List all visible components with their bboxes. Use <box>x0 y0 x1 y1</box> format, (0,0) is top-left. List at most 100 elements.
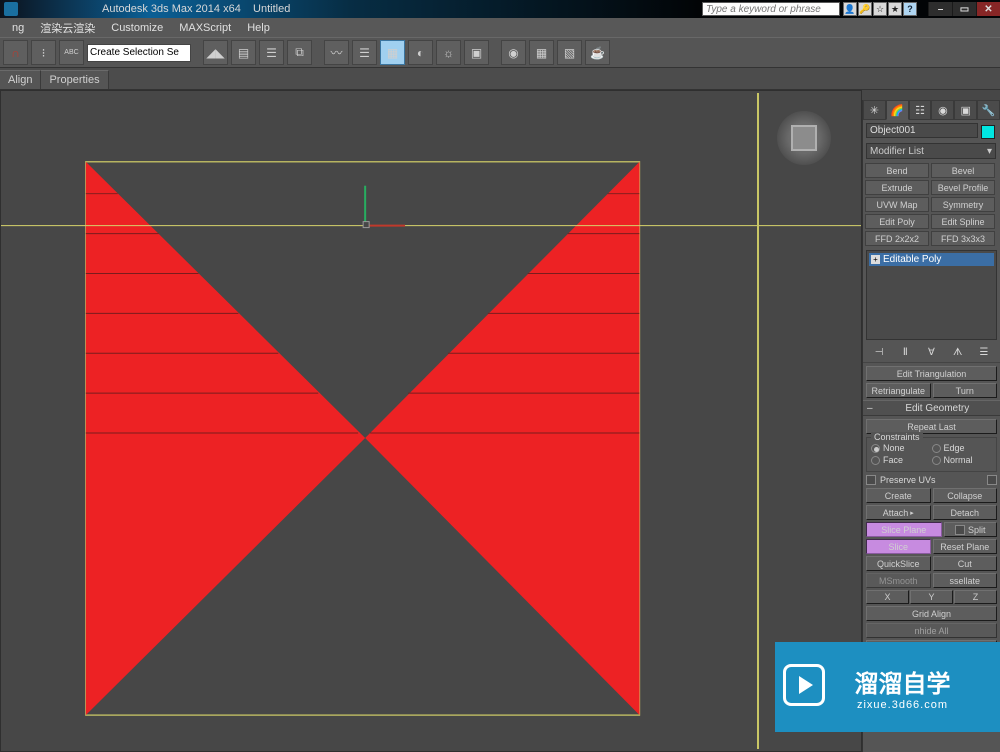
star-icon[interactable]: ☆ <box>873 2 887 16</box>
magnet-icon[interactable]: ∩ <box>3 40 28 65</box>
unlink-icon[interactable]: ⁝ <box>31 40 56 65</box>
msmooth-button[interactable]: MSmooth <box>866 573 931 588</box>
preserve-uvs-checkbox[interactable] <box>866 475 876 485</box>
abc-icon[interactable]: ABC <box>59 40 84 65</box>
motion-tab-icon[interactable]: ◉ <box>931 100 954 120</box>
attach-button[interactable]: Attach <box>866 505 931 520</box>
collapse-icon: – <box>867 403 873 414</box>
mod-uvw-map[interactable]: UVW Map <box>865 197 929 212</box>
quick-render-icon[interactable]: ◉ <box>501 40 526 65</box>
render-frame-icon[interactable]: ▣ <box>464 40 489 65</box>
tab-align[interactable]: Align <box>0 70 41 89</box>
display-tab-icon[interactable]: ▣ <box>954 100 977 120</box>
object-color-swatch[interactable] <box>981 125 995 139</box>
utilities-tab-icon[interactable]: 🔧 <box>977 100 1000 120</box>
reset-plane-button[interactable]: Reset Plane <box>933 539 998 554</box>
render-setup-icon[interactable]: ☼ <box>436 40 461 65</box>
cut-button[interactable]: Cut <box>933 556 998 571</box>
help-icon[interactable]: ? <box>903 2 917 16</box>
viewport-canvas <box>1 91 861 751</box>
mod-bend[interactable]: Bend <box>865 163 929 178</box>
slice-button[interactable]: Slice <box>866 539 931 554</box>
modify-tab-icon[interactable]: 🌈 <box>886 100 909 120</box>
menu-item[interactable]: ng <box>4 20 32 36</box>
planar-y-button[interactable]: Y <box>910 590 953 604</box>
tool2-icon[interactable]: ▧ <box>557 40 582 65</box>
close-button[interactable]: ✕ <box>976 2 1000 16</box>
unhide-all-button[interactable]: nhide All <box>866 623 997 638</box>
constraint-normal[interactable]: Normal <box>932 455 993 465</box>
slice-plane-button[interactable]: Slice Plane <box>866 522 942 537</box>
mod-bevel[interactable]: Bevel <box>931 163 995 178</box>
planar-x-button[interactable]: X <box>866 590 909 604</box>
mod-ffd-3x3x3[interactable]: FFD 3x3x3 <box>931 231 995 246</box>
turn-button[interactable]: Turn <box>933 383 998 398</box>
grid-align-button[interactable]: Grid Align <box>866 606 997 621</box>
viewcube[interactable] <box>777 111 831 165</box>
retriangulate-button[interactable]: Retriangulate <box>866 383 931 398</box>
dope-sheet-icon[interactable]: ▦ <box>380 40 405 65</box>
favorite-icon[interactable]: ★ <box>888 2 902 16</box>
minimize-button[interactable]: – <box>928 2 952 16</box>
tessellate-button[interactable]: ssellate <box>933 573 998 588</box>
rollout-edit-geometry[interactable]: – Edit Geometry <box>863 400 1000 416</box>
mod-symmetry[interactable]: Symmetry <box>931 197 995 212</box>
menu-item[interactable]: Customize <box>103 20 171 36</box>
mod-ffd-2x2x2[interactable]: FFD 2x2x2 <box>865 231 929 246</box>
schematic-icon[interactable]: ☰ <box>352 40 377 65</box>
watermark-logo: 溜溜自学 zixue.3d66.com <box>775 642 1000 732</box>
key-icon[interactable]: 🔑 <box>858 2 872 16</box>
pin-stack-icon[interactable]: ⊣ <box>872 345 886 359</box>
make-unique-icon[interactable]: ∀ <box>924 345 938 359</box>
modifier-stack[interactable]: + Editable Poly <box>866 250 997 340</box>
layers-icon[interactable]: ☰ <box>259 40 284 65</box>
chevron-down-icon: ▾ <box>987 146 992 157</box>
constraint-none[interactable]: None <box>871 443 932 453</box>
viewport[interactable] <box>0 90 862 752</box>
main-toolbar: ∩ ⁝ ABC ◢◣ ▤ ☰ ⧉ 〰 ☰ ▦ ◐ ☼ ▣ ◉ ▦ ▧ ☕ <box>0 37 1000 68</box>
modifier-list-dropdown[interactable]: Modifier List▾ <box>866 143 996 159</box>
named-selection-combo[interactable] <box>87 44 191 62</box>
menu-item[interactable]: 渲染云渲染 <box>32 18 103 38</box>
mod-extrude[interactable]: Extrude <box>865 180 929 195</box>
expand-icon[interactable]: + <box>871 255 880 264</box>
create-button[interactable]: Create <box>866 488 931 503</box>
edit-triangulation-button[interactable]: Edit Triangulation <box>866 366 997 381</box>
hierarchy-tab-icon[interactable]: ☷ <box>909 100 932 120</box>
planar-z-button[interactable]: Z <box>954 590 997 604</box>
constraint-face[interactable]: Face <box>871 455 932 465</box>
play-icon <box>783 664 825 706</box>
mod-bevel-profile[interactable]: Bevel Profile <box>931 180 995 195</box>
menu-item[interactable]: MAXScript <box>171 20 239 36</box>
tab-properties[interactable]: Properties <box>41 70 108 89</box>
quickslice-button[interactable]: QuickSlice <box>866 556 931 571</box>
collapse-button[interactable]: Collapse <box>933 488 998 503</box>
menu-bar: ng 渲染云渲染 Customize MAXScript Help <box>0 18 1000 37</box>
material-editor-icon[interactable]: ◐ <box>408 40 433 65</box>
menu-item[interactable]: Help <box>239 20 278 36</box>
title-right: 👤 🔑 ☆ ★ ? – ▭ ✕ <box>702 2 1000 16</box>
mod-edit-spline[interactable]: Edit Spline <box>931 214 995 229</box>
constraint-edge[interactable]: Edge <box>932 443 993 453</box>
mirror-icon[interactable]: ◢◣ <box>203 40 228 65</box>
curve-editor-icon[interactable]: 〰 <box>324 40 349 65</box>
command-panel-tabs: ✳ 🌈 ☷ ◉ ▣ 🔧 <box>863 100 1000 120</box>
maximize-button[interactable]: ▭ <box>952 2 976 16</box>
teapot-icon[interactable]: ☕ <box>585 40 610 65</box>
configure-sets-icon[interactable]: ☰ <box>977 345 991 359</box>
detach-button[interactable]: Detach <box>933 505 998 520</box>
tool1-icon[interactable]: ▦ <box>529 40 554 65</box>
show-end-result-icon[interactable]: Ⅱ <box>898 345 912 359</box>
object-name-input[interactable] <box>866 123 978 138</box>
stack-item-editable-poly[interactable]: + Editable Poly <box>869 253 994 266</box>
infocenter-icon[interactable]: 👤 <box>843 2 857 16</box>
mod-edit-poly[interactable]: Edit Poly <box>865 214 929 229</box>
modifier-buttons: Bend Bevel Extrude Bevel Profile UVW Map… <box>863 161 1000 248</box>
align-icon[interactable]: ▤ <box>231 40 256 65</box>
layer-explorer-icon[interactable]: ⧉ <box>287 40 312 65</box>
split-checkbox[interactable]: Split <box>944 522 997 537</box>
create-tab-icon[interactable]: ✳ <box>863 100 886 120</box>
help-search-input[interactable] <box>702 2 840 16</box>
preserve-uvs-settings[interactable] <box>987 475 997 485</box>
remove-modifier-icon[interactable]: ᗑ <box>951 345 965 359</box>
